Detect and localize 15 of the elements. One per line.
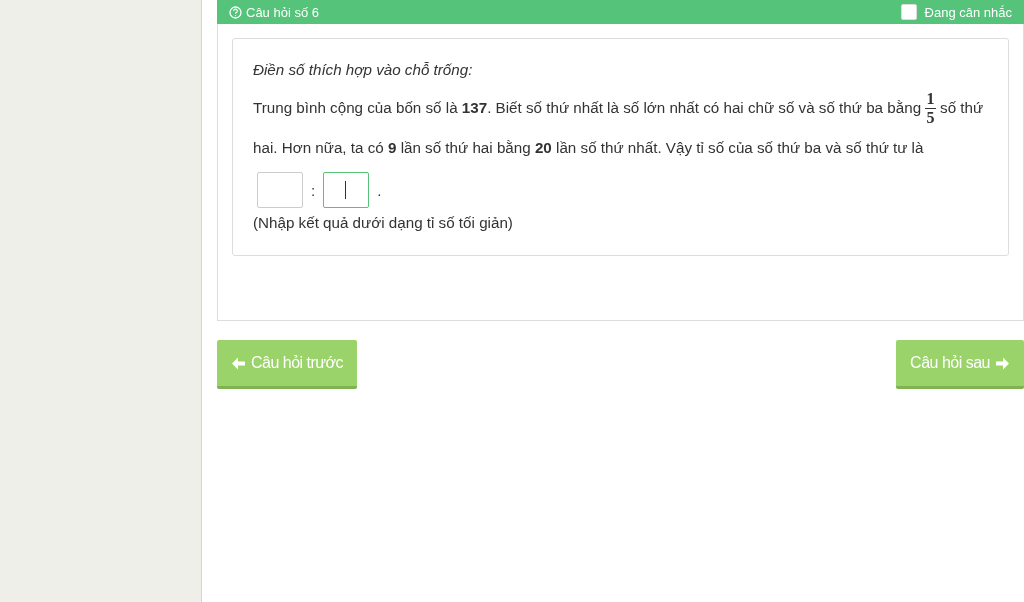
flag-label: Đang cân nhắc [924,4,1012,20]
previous-question-button[interactable]: Câu hỏi trước [217,340,358,389]
left-arrow-icon [231,355,246,371]
help-icon [229,5,242,19]
next-question-button[interactable]: Câu hỏi sau [896,340,1024,389]
question-title: Câu hỏi số 6 [229,4,319,20]
ratio-separator: : [311,181,316,199]
right-arrow-icon [995,355,1010,371]
end-mark: . [377,181,382,199]
instruction-text: Điền số thích hợp vào chỗ trống: [253,61,474,78]
flag-checkbox[interactable] [900,4,917,20]
hint-text: (Nhập kết quả dưới dạng tỉ số tối giản) [253,214,514,231]
fraction: 1 5 [925,90,937,128]
answer-field[interactable] [323,172,370,208]
answer-field[interactable] [257,172,303,208]
